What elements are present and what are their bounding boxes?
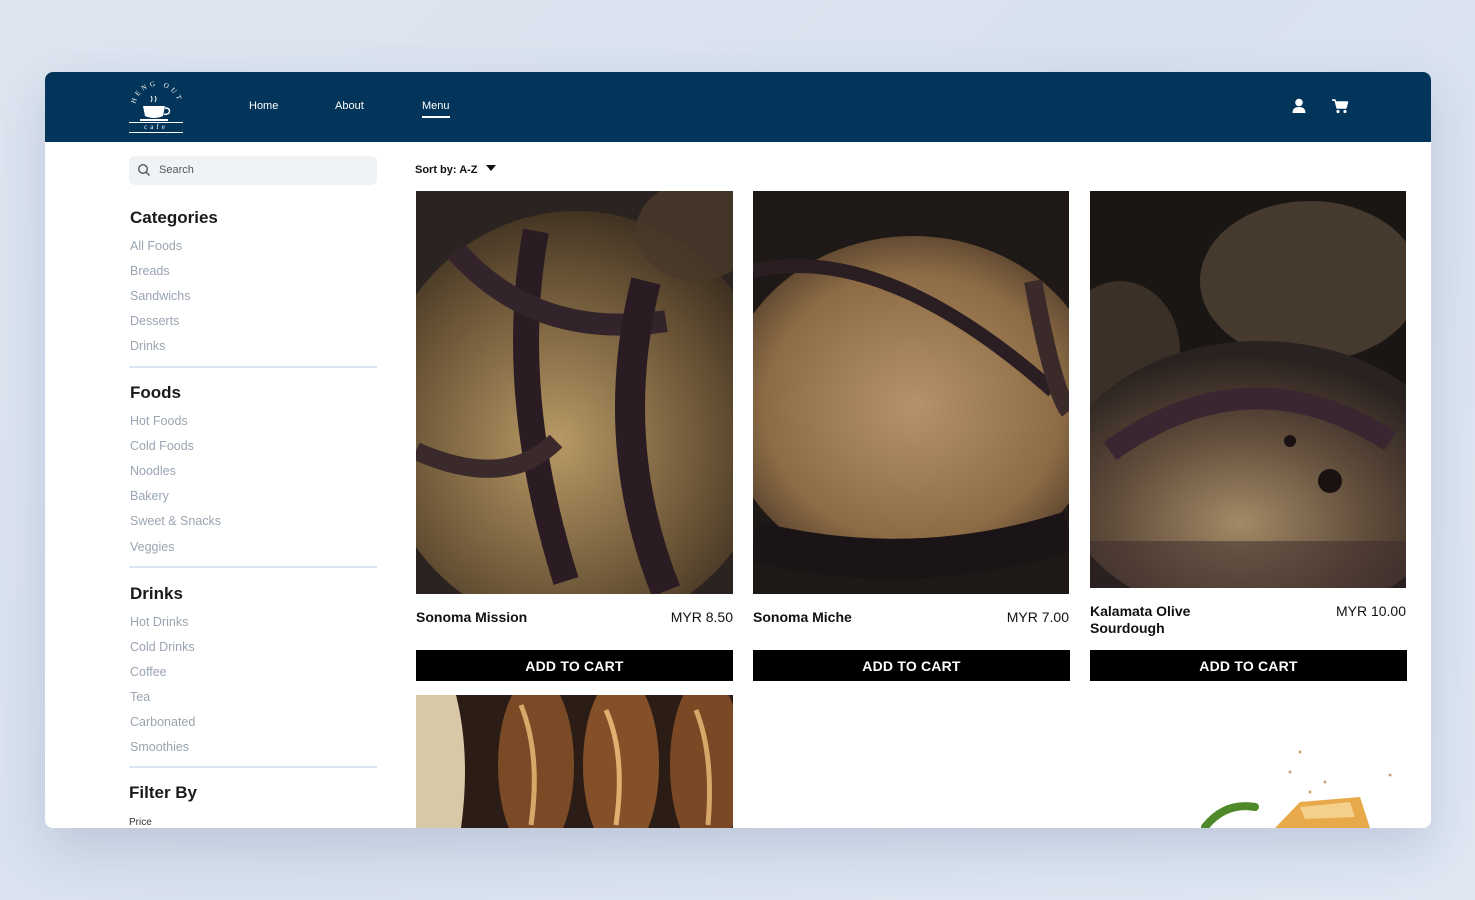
nav-home[interactable]: Home (249, 100, 278, 112)
drink-tea[interactable]: Tea (130, 690, 150, 704)
cart-icon[interactable] (1331, 97, 1349, 115)
user-icon[interactable] (1290, 97, 1308, 115)
product-image[interactable] (416, 191, 733, 594)
drinks-heading: Drinks (130, 584, 183, 603)
drink-cold-drinks[interactable]: Cold Drinks (130, 640, 195, 654)
product-image[interactable] (416, 695, 733, 828)
add-to-cart-button[interactable]: ADD TO CART (753, 650, 1070, 681)
filter-heading: Filter By (129, 783, 198, 802)
food-hot-foods[interactable]: Hot Foods (130, 414, 188, 428)
product-image[interactable] (1150, 747, 1410, 828)
app-window: HENG OUT cafe Home About Menu Search Cat… (45, 72, 1431, 828)
food-noodles[interactable]: Noodles (130, 464, 176, 478)
logo-arc-text: HENG OUT (129, 80, 181, 105)
divider (129, 766, 377, 768)
nav-about[interactable]: About (335, 100, 364, 112)
product-name: Sonoma Mission (416, 609, 528, 625)
navbar: HENG OUT cafe Home About Menu (45, 72, 1431, 142)
sort-label: Sort by: A-Z (415, 164, 478, 176)
logo-subtitle: cafe (144, 123, 168, 131)
search-bar[interactable] (129, 156, 377, 185)
food-cold-foods[interactable]: Cold Foods (130, 439, 194, 453)
search-icon (137, 163, 150, 176)
caret-down-icon (485, 165, 496, 172)
search-input[interactable] (159, 162, 359, 178)
product-image[interactable] (753, 191, 1069, 594)
drink-carbonated[interactable]: Carbonated (130, 715, 195, 729)
category-all-foods[interactable]: All Foods (130, 239, 182, 253)
price-filter-label: Price (129, 817, 152, 828)
category-desserts[interactable]: Desserts (130, 314, 179, 328)
add-to-cart-button[interactable]: ADD TO CART (1090, 650, 1407, 681)
product-price: MYR 7.00 (1006, 609, 1069, 625)
product-price: MYR 8.50 (670, 609, 733, 625)
foods-heading: Foods (130, 383, 181, 402)
cafe-logo[interactable]: HENG OUT cafe (127, 80, 187, 134)
category-breads[interactable]: Breads (130, 264, 170, 278)
drink-coffee[interactable]: Coffee (130, 665, 167, 679)
food-bakery[interactable]: Bakery (130, 489, 169, 503)
product-image[interactable] (1090, 191, 1406, 588)
category-sandwichs[interactable]: Sandwichs (130, 289, 190, 303)
drink-hot-drinks[interactable]: Hot Drinks (130, 615, 188, 629)
category-drinks[interactable]: Drinks (130, 339, 165, 353)
add-to-cart-button[interactable]: ADD TO CART (416, 650, 733, 681)
product-name: Kalamata Olive Sourdough (1090, 603, 1191, 636)
drink-smoothies[interactable]: Smoothies (130, 740, 189, 754)
nav-menu[interactable]: Menu (422, 100, 450, 118)
divider (129, 566, 377, 568)
sort-dropdown[interactable]: Sort by: A-Z (415, 164, 496, 176)
food-veggies[interactable]: Veggies (130, 540, 174, 554)
food-sweet-snacks[interactable]: Sweet & Snacks (130, 514, 221, 528)
svg-text:HENG OUT: HENG OUT (129, 80, 184, 105)
divider (129, 366, 377, 368)
product-price: MYR 10.00 (1335, 603, 1406, 619)
product-name: Sonoma Miche (753, 609, 852, 625)
categories-heading: Categories (130, 208, 218, 227)
